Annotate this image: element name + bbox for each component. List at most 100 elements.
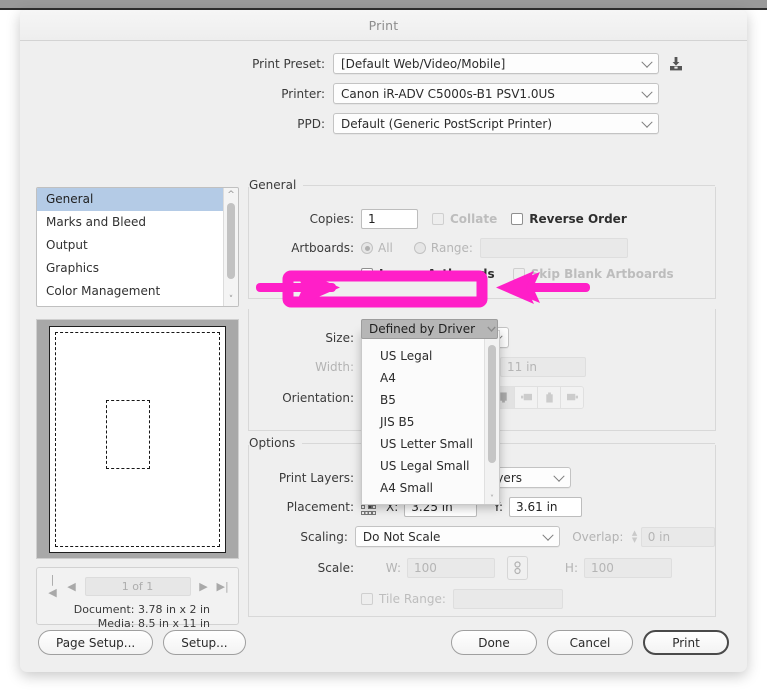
ignore-artboards-checkbox[interactable] [361,268,373,280]
options-legend-text: Options [249,436,303,450]
sidebar-item-general[interactable]: General [37,188,238,211]
scaling-label: Scaling: [300,529,348,544]
overlap-input[interactable]: 0 in [640,526,715,547]
settings-nav-list[interactable]: General Marks and Bleed Output Graphics … [36,187,239,307]
tile-range-input[interactable] [452,589,563,609]
scroll-down-icon[interactable]: ˅ [485,492,499,504]
setup-button[interactable]: Setup... [163,630,246,655]
page-nav-controls: |◀ ◀ 1 of 1 ▶ ▶| [37,573,238,599]
nav-scrollbar[interactable]: ^ ˅ [223,188,238,306]
skip-blank-artboards-label: Skip Blank Artboards [530,267,674,281]
reverse-order-label: Reverse Order [529,212,627,226]
save-preset-icon[interactable] [668,56,684,72]
overlap-stepper[interactable]: ▲ ▼ [628,527,640,546]
media-size-selected-item[interactable]: Defined by Driver [361,319,498,339]
reverse-order-checkbox-wrap[interactable]: Reverse Order [511,212,627,226]
scroll-up-icon[interactable]: ^ [224,188,238,201]
print-button[interactable]: Print [643,630,729,655]
reverse-order-checkbox[interactable] [511,213,524,225]
ignore-artboards-label: Ignore Artboards [379,267,495,281]
overlap-label: Overlap: [572,529,624,544]
menu-item-us-letter-small[interactable]: US Letter Small [362,433,499,455]
link-chain-icon[interactable] [507,556,528,580]
cancel-button[interactable]: Cancel [547,630,633,655]
landscape-right-icon[interactable] [561,387,583,408]
artboards-range-input[interactable] [479,238,628,258]
preview-page [49,325,226,553]
artboards-range-radio[interactable] [413,242,426,254]
chevron-down-icon [643,114,651,135]
ignore-artboards-wrap[interactable]: Ignore Artboards [361,267,495,281]
media-height-input[interactable]: 11 in [500,357,586,377]
tile-range-label: Tile Range: [379,592,446,606]
copies-input[interactable]: 1 [361,209,418,229]
artboards-row: Artboards: All Range: [249,238,715,258]
scale-height-label: H: [564,561,578,575]
preset-rows: Print Preset: [Default Web/Video/Mobile]… [20,41,747,149]
menu-item-b5[interactable]: B5 [362,389,499,411]
ppd-select[interactable]: Default (Generic PostScript Printer) [333,113,659,134]
print-preset-value: [Default Web/Video/Mobile] [341,56,506,71]
dialog-titlebar: Print [20,10,747,41]
last-page-button[interactable]: ▶| [217,580,229,593]
printer-select[interactable]: Canon iR-ADV C5000s-B1 PSV1.0US [333,83,659,104]
scale-width-input[interactable]: 100 [407,558,495,578]
scale-width-label: W: [385,561,401,575]
skip-blank-artboards-wrap[interactable]: Skip Blank Artboards [512,267,674,281]
orientation-button-group[interactable] [491,386,584,409]
print-preset-select[interactable]: [Default Web/Video/Mobile] [333,53,659,74]
sidebar-item-output[interactable]: Output [37,234,238,257]
done-button[interactable]: Done [451,630,537,655]
page-setup-button[interactable]: Page Setup... [38,630,154,655]
media-orientation-label: Orientation: [282,390,354,405]
menu-item-a4[interactable]: A4 [362,367,499,389]
ppd-value: Default (Generic PostScript Printer) [341,116,553,131]
printer-row: Printer: Canon iR-ADV C5000s-B1 PSV1.0US [20,83,747,104]
menu-item-a4-small[interactable]: A4 Small [362,477,499,499]
first-page-button[interactable]: |◀ [47,573,59,599]
collate-checkbox[interactable] [432,213,444,225]
scale-height-input[interactable]: 100 [584,558,672,578]
collate-checkbox-wrap[interactable]: Collate [432,212,497,226]
ppd-label: PPD: [297,116,325,131]
artboards-all-radio-wrap[interactable]: All [361,241,393,255]
sidebar-item-marks-and-bleed[interactable]: Marks and Bleed [37,211,238,234]
next-page-button[interactable]: ▶ [198,580,210,593]
landscape-left-icon[interactable] [515,387,538,408]
general-legend-text: General [249,178,304,192]
scale-label: Scale: [317,561,354,575]
print-preview [36,319,239,559]
scroll-down-icon[interactable]: ˅ [224,293,238,306]
tile-range-checkbox[interactable] [361,593,373,605]
menu-item-us-legal-small[interactable]: US Legal Small [362,455,499,477]
y-input[interactable]: 3.61 in [509,497,583,517]
legend-rule [303,184,715,186]
footer-right-buttons: Done Cancel Print [451,630,729,655]
artboards-all-radio[interactable] [361,242,373,254]
menu-scroll-thumb[interactable] [488,345,496,463]
artboard-checkboxes-row: Ignore Artboards Skip Blank Artboards [249,267,715,281]
media-size-dropdown-menu[interactable]: US Legal A4 B5 JIS B5 US Letter Small US… [361,330,500,505]
printer-label: Printer: [281,86,325,101]
printer-value: Canon iR-ADV C5000s-B1 PSV1.0US [341,86,555,101]
tile-range-row: Tile Range: [249,589,715,609]
skip-blank-artboards-checkbox[interactable] [512,268,525,280]
chevron-down-icon [483,319,499,339]
chevron-down-icon [555,468,563,489]
sidebar-item-color-management[interactable]: Color Management [37,280,238,303]
nav-scroll-thumb[interactable] [227,203,235,279]
placement-label: Placement: [286,500,354,514]
menu-item-jis-b5[interactable]: JIS B5 [362,411,499,433]
artboards-range-label: Range: [430,241,473,255]
artboards-range-radio-wrap[interactable]: Range: [413,241,473,255]
page-indicator[interactable]: 1 of 1 [84,576,191,596]
preview-artboard[interactable] [106,399,150,469]
sidebar-item-graphics[interactable]: Graphics [37,257,238,280]
scaling-select[interactable]: Do Not Scale [354,526,561,547]
scaling-value: Do Not Scale [362,529,441,544]
menu-item-us-legal[interactable]: US Legal [362,345,499,367]
menu-scrollbar[interactable]: ^ ˅ [484,331,499,504]
portrait-down-icon[interactable] [538,387,561,408]
copies-label: Copies: [309,212,354,226]
prev-page-button[interactable]: ◀ [66,580,78,593]
